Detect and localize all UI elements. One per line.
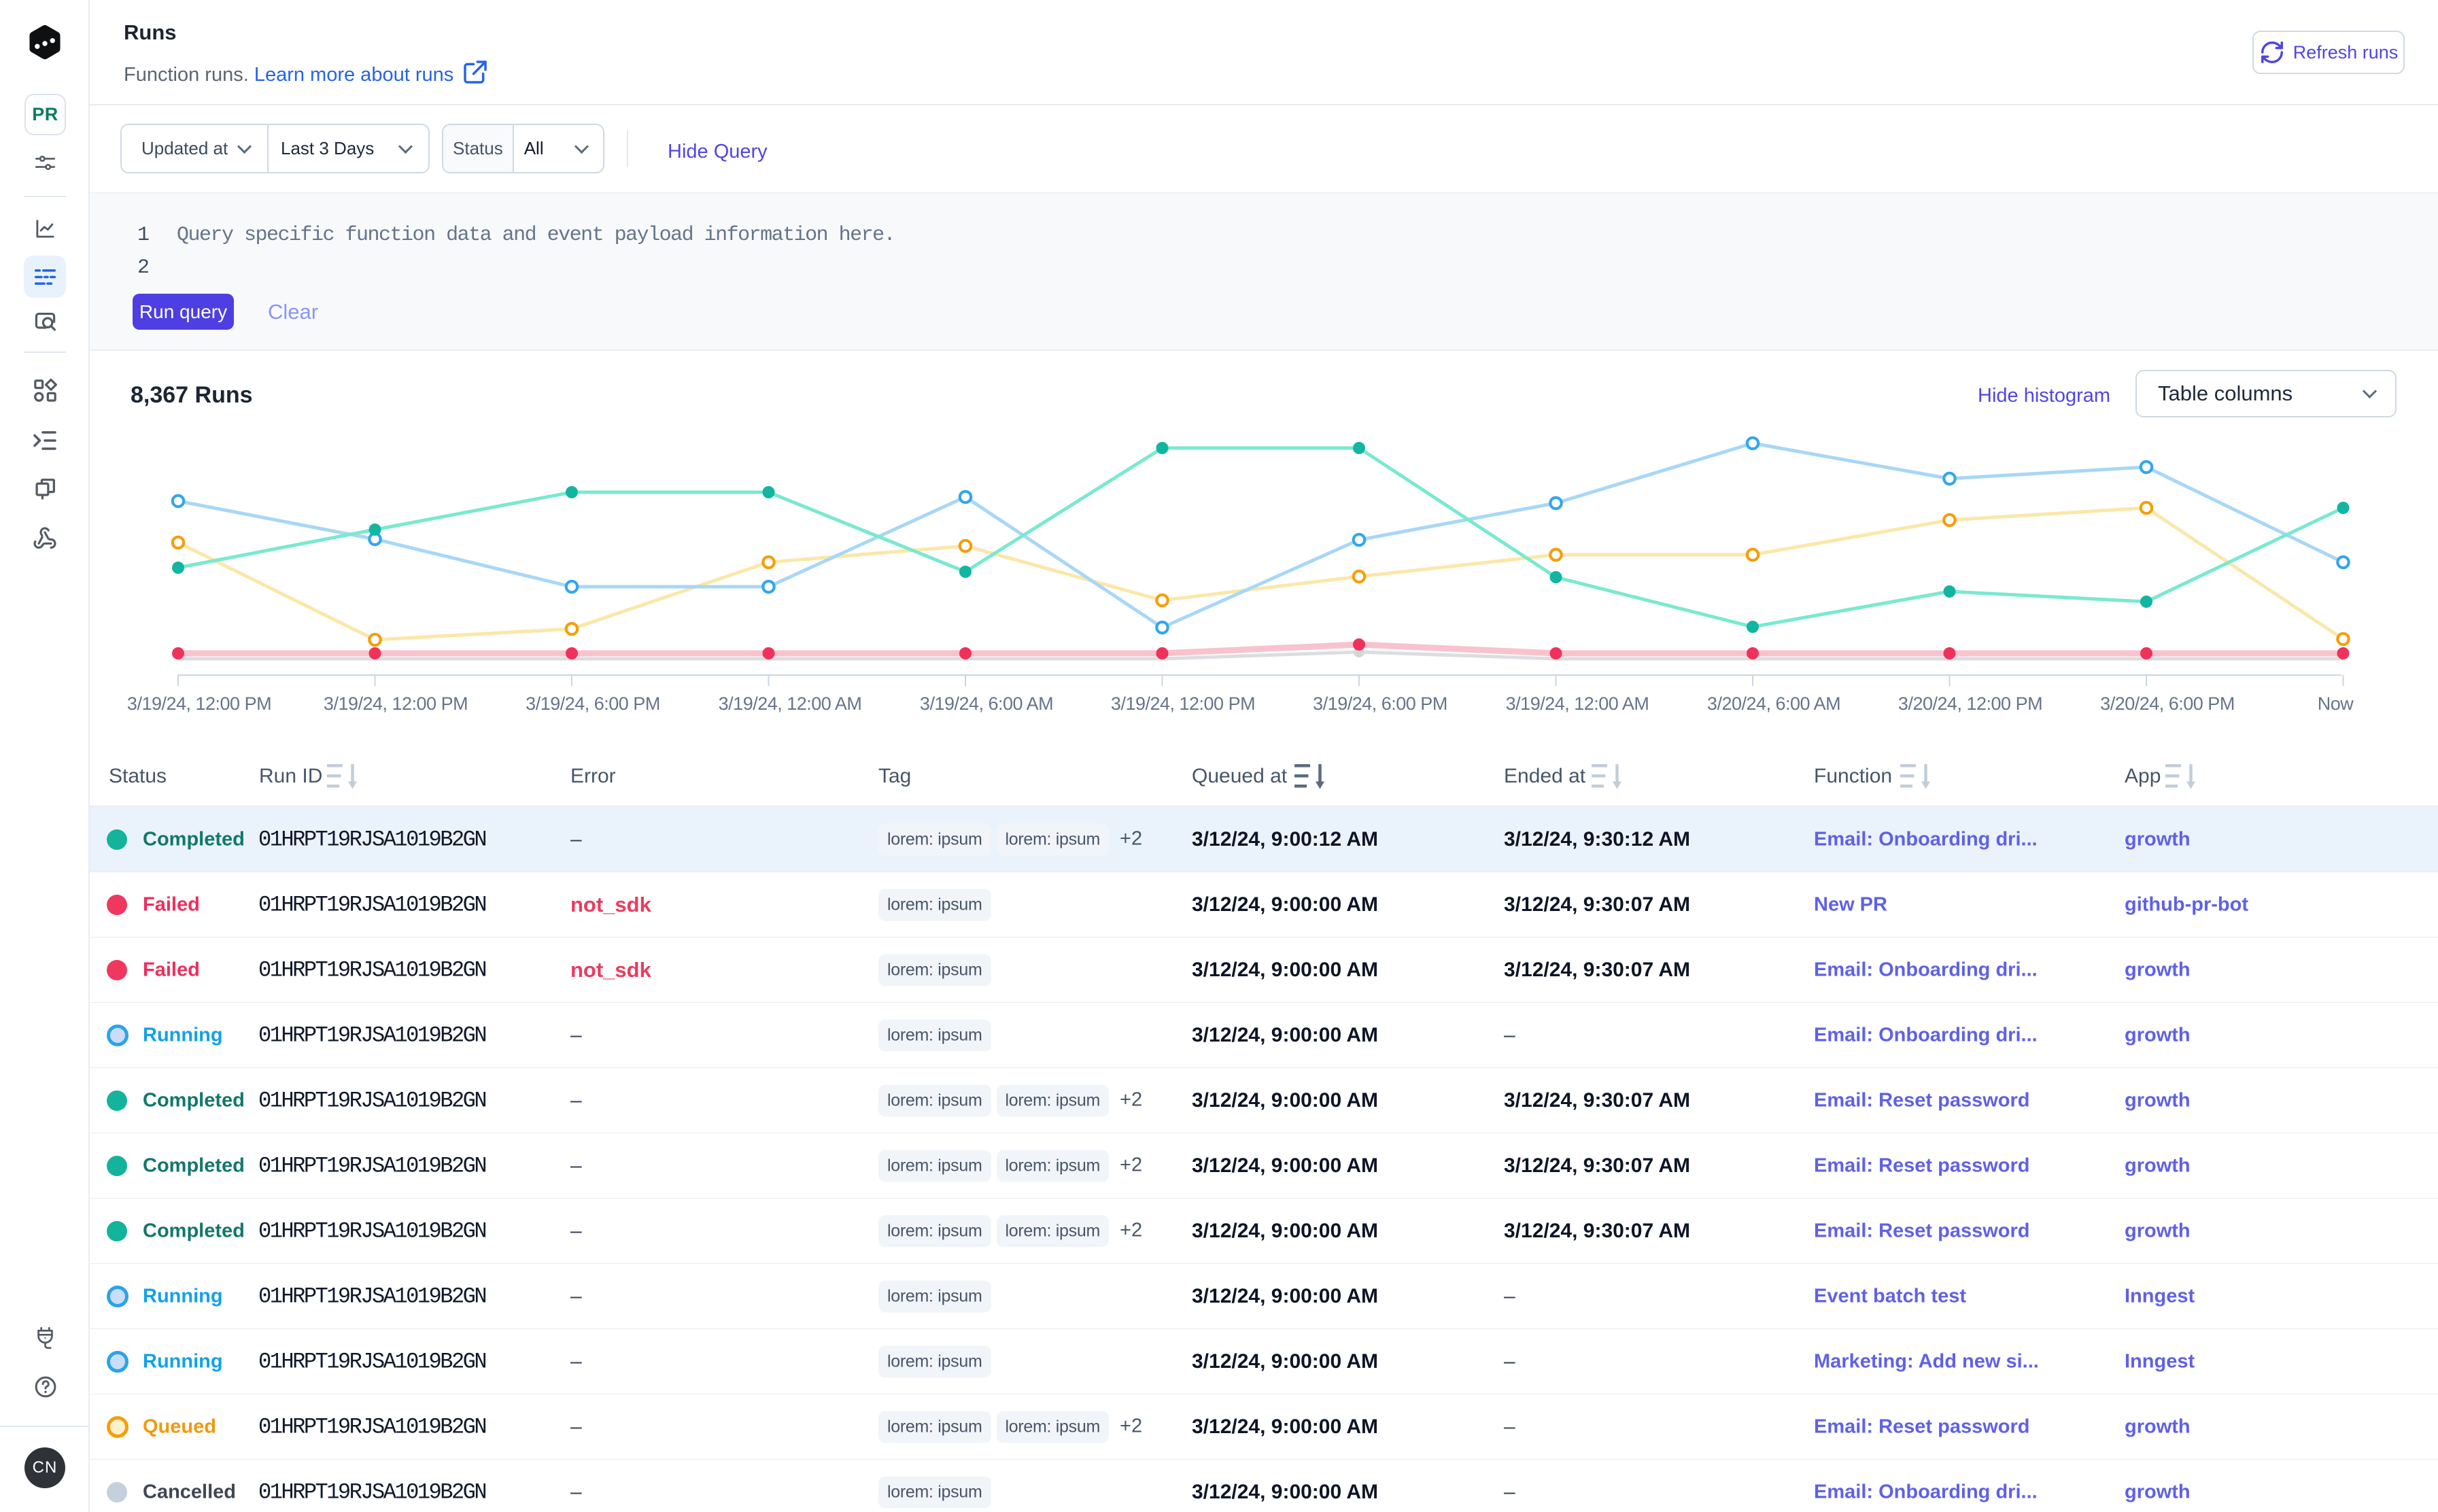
svg-text:3/19/24, 12:00 PM: 3/19/24, 12:00 PM: [324, 693, 468, 714]
svg-text:3/19/24, 12:00 PM: 3/19/24, 12:00 PM: [1111, 693, 1255, 714]
svg-text:Now: Now: [2318, 693, 2354, 714]
svg-text:3/20/24, 12:00 PM: 3/20/24, 12:00 PM: [1898, 693, 2042, 714]
svg-text:3/20/24, 6:00 PM: 3/20/24, 6:00 PM: [2100, 693, 2235, 714]
svg-text:3/19/24, 6:00 PM: 3/19/24, 6:00 PM: [526, 693, 660, 714]
svg-text:3/19/24, 6:00 AM: 3/19/24, 6:00 AM: [920, 693, 1053, 714]
svg-text:3/20/24, 6:00 AM: 3/20/24, 6:00 AM: [1707, 693, 1840, 714]
svg-text:3/19/24, 12:00 PM: 3/19/24, 12:00 PM: [127, 693, 271, 714]
svg-text:3/19/24, 12:00 AM: 3/19/24, 12:00 AM: [719, 693, 862, 714]
svg-text:3/19/24, 6:00 PM: 3/19/24, 6:00 PM: [1313, 693, 1447, 714]
svg-text:3/19/24, 12:00 AM: 3/19/24, 12:00 AM: [1506, 693, 1649, 714]
